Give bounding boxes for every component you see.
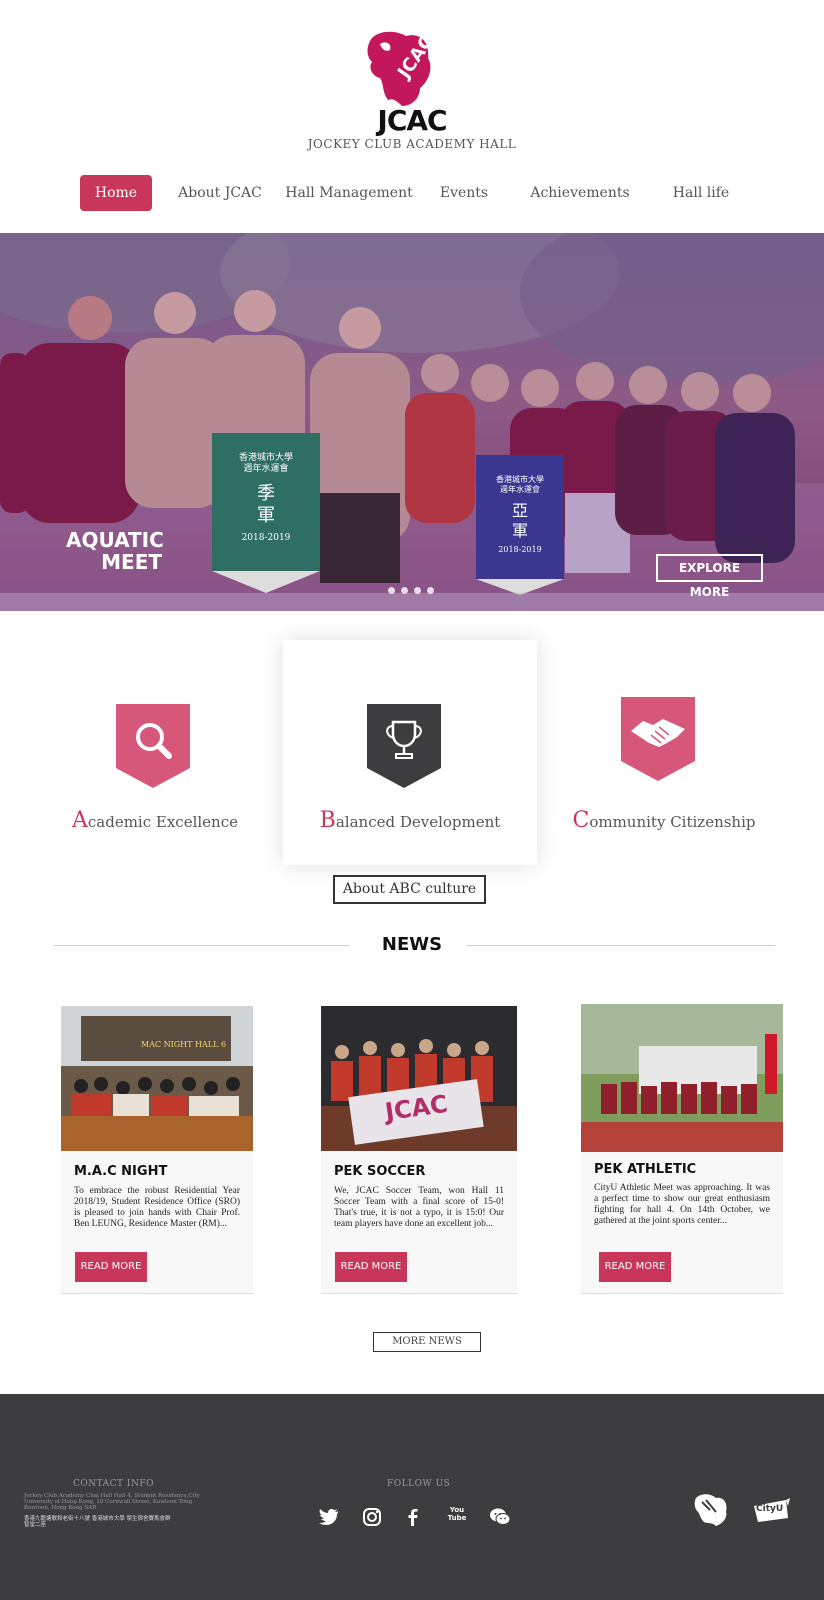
abc-pillars: Academic Excellence Balanced Development…	[0, 640, 824, 865]
nav-hall-life[interactable]: Hall life	[664, 175, 738, 211]
hero-carousel[interactable]: 香港城市大學 週年水運會 季 軍 2018-2019 香港城市大學 週年水運會 …	[0, 233, 824, 611]
carousel-dot-4[interactable]	[427, 587, 434, 594]
read-more-button[interactable]: READ MORE	[599, 1252, 671, 1282]
read-more-button[interactable]: READ MORE	[335, 1252, 407, 1282]
pillar-community-cap: C	[572, 808, 590, 833]
banner-left-line2: 週年水運會	[243, 464, 289, 474]
more-news-button[interactable]: MORE NEWS	[373, 1332, 481, 1352]
nav-achievements[interactable]: Achievements	[524, 175, 636, 211]
search-icon	[116, 704, 190, 788]
pillar-balanced-label: Balanced Development	[283, 808, 537, 833]
jcac-lion-logo-white	[694, 1494, 727, 1526]
news-card-excerpt: CityU Athletic Meet was approaching. It …	[594, 1183, 770, 1226]
news-card-image[interactable]: MAC NIGHT HALL 6	[61, 1006, 253, 1151]
cityu-logo-text: CityU	[756, 1504, 784, 1514]
banner-right-rank1: 亞	[511, 501, 528, 520]
facebook-icon[interactable]	[402, 1506, 424, 1528]
news-card-title: PEK SOCCER	[334, 1164, 426, 1179]
banner-left-line1: 香港城市大學	[238, 453, 293, 463]
banner-right-line1: 香港城市大學	[496, 475, 544, 484]
pillar-balanced-cap: B	[319, 808, 336, 833]
pillar-community-label: Community Citizenship	[537, 808, 791, 833]
banner-right: 香港城市大學 週年水運會 亞 軍 2018-2019	[480, 475, 560, 555]
hero-title: AQUATIC MEET	[66, 528, 164, 574]
news-card-mac-night: MAC NIGHT HALL 6 M.A.C NIGHT To embrace …	[61, 1006, 253, 1294]
wechat-icon[interactable]	[489, 1506, 511, 1528]
about-abc-culture-button[interactable]: About ABC culture	[333, 875, 486, 904]
pillar-community: Community Citizenship	[537, 640, 791, 865]
news-card-excerpt: To embrace the robust Residential Year 2…	[74, 1186, 240, 1229]
pillar-balanced: Balanced Development	[283, 640, 537, 865]
hero-title-line1: AQUATIC	[66, 528, 164, 552]
main-nav: Home About JCAC Hall Management Events A…	[0, 175, 824, 211]
news-card-image[interactable]: JCAC	[321, 1006, 517, 1151]
nav-hall-management[interactable]: Hall Management	[283, 175, 415, 211]
pillar-academic-cap: A	[71, 808, 88, 833]
pillar-community-rest: ommunity Citizenship	[589, 813, 756, 831]
nav-events[interactable]: Events	[430, 175, 498, 211]
news-card-title: M.A.C NIGHT	[74, 1164, 168, 1179]
explore-more-button[interactable]: EXPLORE MORE	[656, 554, 763, 599]
nav-home[interactable]: Home	[80, 175, 152, 211]
pillar-academic: Academic Excellence	[28, 640, 282, 865]
site-footer: CONTACT INFO Jockey Club Academy Chai Ha…	[0, 1394, 824, 1600]
banner-right-line2: 週年水運會	[500, 485, 540, 494]
news-card-image[interactable]	[581, 1004, 783, 1152]
read-more-button[interactable]: READ MORE	[75, 1252, 147, 1282]
nav-about-jcac[interactable]: About JCAC	[170, 175, 270, 211]
carousel-dot-2[interactable]	[401, 587, 408, 594]
twitter-icon[interactable]	[318, 1506, 340, 1528]
carousel-dot-1[interactable]	[388, 587, 395, 594]
carousel-dot-3[interactable]	[414, 587, 421, 594]
follow-us-heading: FOLLOW US	[387, 1479, 451, 1489]
jcac-lion-logo[interactable]: JCAC	[362, 30, 434, 108]
banner-right-rank2: 軍	[511, 521, 528, 540]
banner-left-year: 2018-2019	[241, 533, 291, 543]
logo-subtitle: JOCKEY CLUB ACADEMY HALL	[307, 137, 517, 151]
pillar-academic-label: Academic Excellence	[28, 808, 282, 833]
youtube-icon-text: You Tube	[445, 1506, 469, 1522]
news-card-pek-soccer: JCAC PEK SOCCER We, JCAC Soccer Team, wo…	[321, 1006, 517, 1294]
contact-address-en: Jockey Club Academy Chai Hall Hall 4, St…	[24, 1493, 200, 1511]
contact-address-zh: 香港九龍塘歌和老街十八號 香港城市大學 學生宿舍賽馬會群智堂二座	[24, 1516, 171, 1528]
news-divider-right	[466, 945, 775, 946]
logo-text: JCAC	[377, 104, 447, 137]
news-card-pek-athletic: PEK ATHLETIC CityU Athletic Meet was app…	[581, 1004, 783, 1294]
site-header: JCAC JCAC JOCKEY CLUB ACADEMY HALL Home …	[0, 0, 824, 233]
banner-left-rank2: 軍	[257, 505, 275, 526]
contact-info-heading: CONTACT INFO	[73, 1479, 154, 1489]
hero-title-line2: MEET	[101, 550, 162, 574]
banner-left: 香港城市大學 週年水運會 季 軍 2018-2019	[220, 453, 312, 544]
instagram-icon[interactable]	[361, 1506, 383, 1528]
youtube-icon[interactable]: You Tube	[445, 1506, 469, 1528]
news-header: NEWS	[0, 930, 824, 960]
banner-right-year: 2018-2019	[498, 545, 542, 554]
handshake-icon	[621, 697, 695, 781]
pillar-balanced-rest: alanced Development	[335, 813, 501, 831]
banner-left-rank1: 季	[257, 483, 275, 504]
trophy-icon	[367, 704, 441, 788]
pillar-academic-rest: cademic Excellence	[87, 813, 238, 831]
news-card-image-caption: MAC NIGHT HALL 6	[141, 1040, 227, 1049]
news-card-excerpt: We, JCAC Soccer Team, won Hall 11 Soccer…	[334, 1186, 504, 1229]
news-card-title: PEK ATHLETIC	[594, 1162, 697, 1177]
